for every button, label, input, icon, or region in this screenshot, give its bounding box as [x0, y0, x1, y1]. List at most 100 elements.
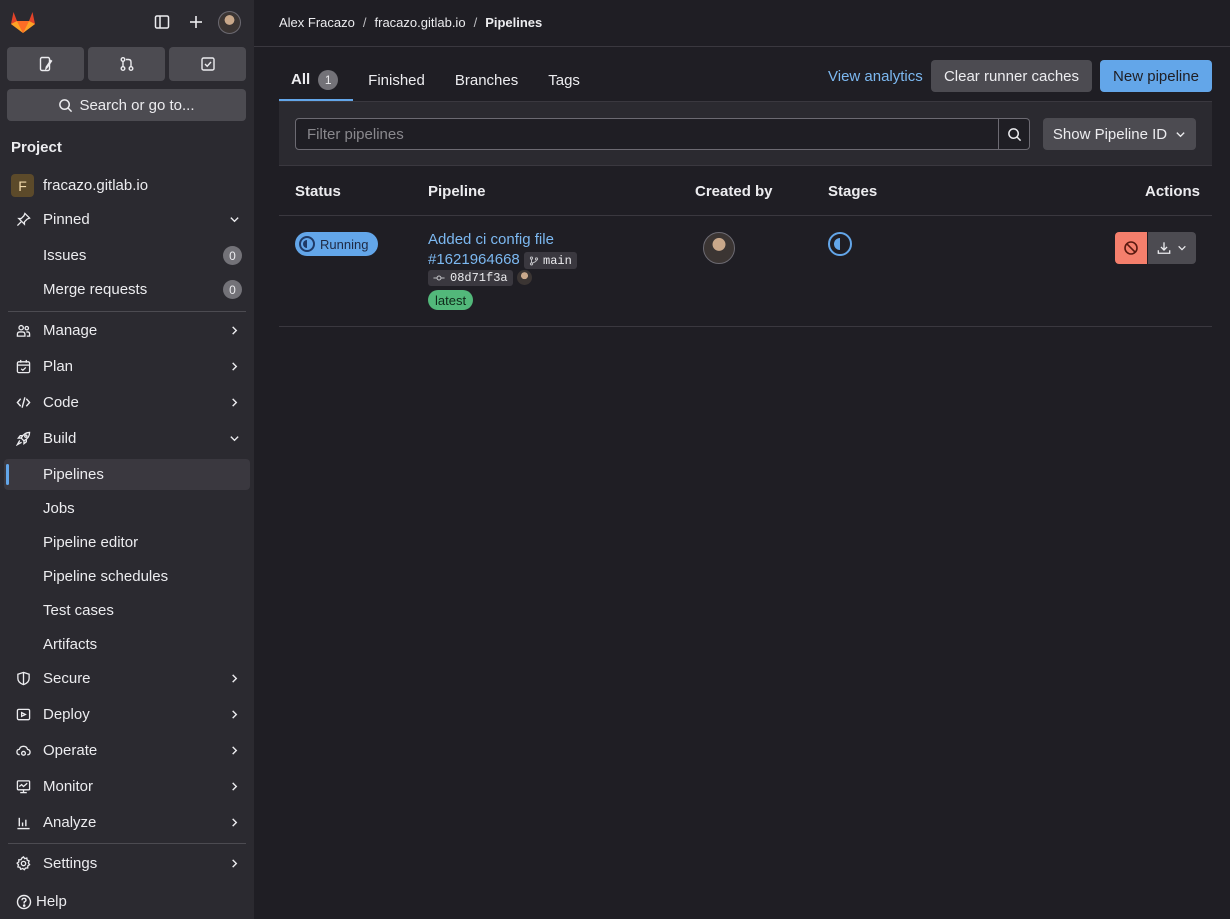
sidebar-item-label: Jobs: [43, 500, 75, 517]
chevron-right-icon: [228, 361, 240, 373]
sidebar-item-pipeline-schedules[interactable]: Pipeline schedules: [4, 561, 250, 592]
sidebar-divider: [8, 311, 246, 312]
chevron-right-icon: [228, 325, 240, 337]
breadcrumb-project[interactable]: fracazo.gitlab.io: [375, 15, 466, 30]
sidebar-item-secure[interactable]: Secure: [4, 663, 250, 694]
commit-sha-chip[interactable]: 08d71f3a: [428, 270, 513, 286]
table-row-divider: [279, 326, 1212, 327]
sidebar-item-issues[interactable]: Issues 0: [4, 240, 250, 271]
creator-avatar[interactable]: [703, 232, 735, 264]
tab-finished[interactable]: Finished: [353, 60, 440, 101]
create-new-icon[interactable]: [186, 12, 206, 32]
sidebar-item-pinned[interactable]: Pinned: [4, 204, 250, 235]
sidebar-item-analyze[interactable]: Analyze: [4, 807, 250, 838]
count-badge: 0: [223, 280, 242, 299]
sidebar-item-label: Artifacts: [43, 636, 98, 653]
sidebar-item-build[interactable]: Build: [4, 423, 250, 454]
status-badge[interactable]: Running: [295, 232, 379, 256]
merge-requests-shortcut-button[interactable]: [88, 47, 165, 81]
sidebar-item-label: Issues: [43, 247, 87, 264]
deploy-icon: [15, 707, 31, 723]
chevron-right-icon: [228, 781, 240, 793]
pipeline-tabs: All 1 Finished Branches Tags: [279, 60, 595, 101]
pipeline-id-link[interactable]: #1621964668: [428, 251, 520, 268]
filter-pipelines-input[interactable]: [295, 118, 999, 150]
sidebar-item-pipelines[interactable]: Pipelines: [4, 459, 250, 490]
search-button[interactable]: Search or go to...: [7, 89, 246, 121]
sidebar-item-label: Pinned: [43, 211, 90, 228]
sidebar-item-pipeline-editor[interactable]: Pipeline editor: [4, 527, 250, 558]
help-button[interactable]: Help: [16, 893, 67, 910]
sidebar-item-deploy[interactable]: Deploy: [4, 699, 250, 730]
breadcrumb-separator: /: [473, 15, 478, 30]
help-icon: [16, 894, 32, 909]
running-icon: [299, 236, 315, 252]
chevron-right-icon: [228, 858, 240, 870]
sidebar-item-label: Settings: [43, 855, 98, 872]
new-pipeline-button[interactable]: New pipeline: [1100, 60, 1212, 92]
column-header-status: Status: [295, 183, 341, 200]
shield-icon: [15, 671, 31, 687]
sidebar-item-plan[interactable]: Plan: [4, 351, 250, 382]
code-icon: [15, 395, 31, 411]
column-header-stages: Stages: [828, 183, 878, 200]
tab-label: Tags: [548, 72, 580, 89]
cloud-gear-icon: [15, 743, 31, 759]
view-analytics-link[interactable]: View analytics: [828, 68, 923, 85]
chevron-right-icon: [228, 709, 240, 721]
clear-runner-caches-button[interactable]: Clear runner caches: [931, 60, 1092, 92]
breadcrumb-current[interactable]: Pipelines: [485, 15, 542, 30]
commit-author-avatar[interactable]: [517, 270, 532, 285]
gitlab-logo-icon[interactable]: [10, 10, 36, 34]
sidebar-item-operate[interactable]: Operate: [4, 735, 250, 766]
pipeline-title-link[interactable]: Added ci config file: [428, 231, 554, 248]
sidebar-item-code[interactable]: Code: [4, 387, 250, 418]
download-icon: [1157, 242, 1171, 254]
search-icon: [1007, 127, 1021, 141]
todos-shortcut-button[interactable]: [169, 47, 246, 81]
sidebar-divider: [8, 843, 246, 844]
sidebar-item-manage[interactable]: Manage: [4, 315, 250, 346]
tab-tags[interactable]: Tags: [533, 60, 595, 101]
sidebar-item-settings[interactable]: Settings: [4, 848, 250, 879]
breadcrumb-separator: /: [362, 15, 367, 30]
sidebar-item-label: Secure: [43, 670, 91, 687]
filter-search-button[interactable]: [999, 118, 1030, 150]
rocket-icon: [15, 431, 31, 447]
download-artifacts-dropdown[interactable]: [1148, 232, 1196, 264]
issues-shortcut-button[interactable]: [7, 47, 84, 81]
branch-name: main: [543, 253, 572, 268]
branch-icon: [529, 256, 539, 265]
cancel-pipeline-button[interactable]: [1115, 232, 1147, 264]
project-avatar: F: [11, 174, 34, 197]
project-name: fracazo.gitlab.io: [43, 177, 149, 194]
tab-branches[interactable]: Branches: [440, 60, 533, 101]
sidebar-item-test-cases[interactable]: Test cases: [4, 595, 250, 626]
sidebar-section-title: Project: [11, 139, 62, 156]
tab-all[interactable]: All 1: [279, 60, 354, 101]
filter-bar: Show Pipeline ID: [279, 102, 1212, 166]
calendar-icon: [15, 359, 31, 375]
stage-running-icon[interactable]: [828, 232, 852, 256]
project-link[interactable]: F fracazo.gitlab.io: [11, 174, 148, 197]
search-icon: [59, 98, 73, 112]
sidebar-toggle-icon[interactable]: [152, 12, 172, 32]
sidebar-item-monitor[interactable]: Monitor: [4, 771, 250, 802]
sidebar-header: [0, 0, 254, 44]
header-divider: [254, 46, 1230, 47]
todo-icon: [200, 57, 215, 71]
column-header-created-by: Created by: [695, 183, 773, 200]
sidebar-item-merge-requests[interactable]: Merge requests 0: [4, 274, 250, 305]
breadcrumb-user[interactable]: Alex Fracazo: [279, 15, 355, 30]
sidebar-item-label: Manage: [43, 322, 98, 339]
sidebar-item-jobs[interactable]: Jobs: [4, 493, 250, 524]
branch-chip[interactable]: main: [524, 252, 577, 269]
show-pipeline-id-dropdown[interactable]: Show Pipeline ID: [1043, 118, 1196, 150]
commit-icon: [433, 275, 445, 281]
sidebar-item-artifacts[interactable]: Artifacts: [4, 629, 250, 660]
chevron-down-icon: [1178, 245, 1186, 251]
sidebar-item-label: Code: [43, 394, 79, 411]
help-label: Help: [36, 893, 67, 910]
chevron-down-icon: [1176, 131, 1185, 137]
user-avatar[interactable]: [218, 11, 241, 34]
